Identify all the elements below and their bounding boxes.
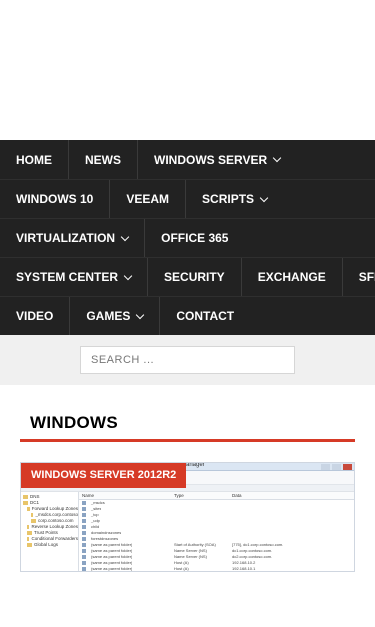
- nav-item-sfb[interactable]: SFB: [343, 258, 375, 296]
- nav-item-video[interactable]: VIDEO: [0, 297, 71, 335]
- record-icon: [82, 501, 86, 505]
- folder-icon: [23, 501, 28, 505]
- column-header: Name: [82, 493, 95, 498]
- folder-icon: [27, 507, 30, 511]
- nav-item-label: SECURITY: [164, 270, 225, 284]
- record-icon: [82, 531, 86, 535]
- chevron-down-icon: [123, 271, 133, 280]
- record-icon: [82, 513, 86, 517]
- grid-header: Name Type Data: [79, 492, 354, 500]
- tree-item-label: Global Logs: [34, 542, 59, 547]
- record-icon: [82, 561, 86, 565]
- nav-row: HOME NEWS WINDOWS SERVER: [0, 140, 375, 179]
- record-icon: [82, 507, 86, 511]
- section-title: WINDOWS: [20, 413, 355, 442]
- folder-icon: [27, 531, 32, 535]
- nav-item-label: SCRIPTS: [202, 192, 255, 206]
- dns-tree: DNS DC1 Forward Lookup Zones _msdcs.corp.co…: [21, 492, 79, 571]
- nav-row: WINDOWS 10 VEEAM SCRIPTS: [0, 179, 375, 218]
- window-buttons: [321, 464, 352, 470]
- nav-item-system-center[interactable]: SYSTEM CENTER: [0, 258, 149, 296]
- folder-icon: [31, 519, 36, 523]
- nav-item-label: GAMES: [86, 309, 131, 323]
- nav-item-contact[interactable]: CONTACT: [160, 297, 250, 335]
- main-content: WINDOWS WINDOWS SERVER 2012R2 Manager DN…: [0, 413, 375, 572]
- chevron-down-icon: [272, 153, 282, 163]
- nav-item-news[interactable]: NEWS: [69, 140, 138, 179]
- post-thumbnail[interactable]: WINDOWS SERVER 2012R2 Manager DNS DC1 Forw…: [20, 462, 355, 572]
- folder-icon: [27, 525, 30, 529]
- ad-space: [0, 0, 375, 140]
- nav-item-label: WINDOWS 10: [16, 192, 94, 206]
- record-icon: [82, 555, 86, 559]
- nav-item-windows-10[interactable]: WINDOWS 10: [0, 180, 111, 218]
- nav-row: VIDEO GAMES CONTACT: [0, 296, 375, 335]
- nav-item-office-365[interactable]: OFFICE 365: [145, 219, 244, 257]
- nav-row: SYSTEM CENTER SECURITY EXCHANGE SFB: [0, 257, 375, 296]
- nav-item-security[interactable]: SECURITY: [148, 258, 242, 296]
- nav-item-label: CONTACT: [176, 309, 235, 323]
- table-cell: 192.168.10.1: [232, 566, 256, 571]
- record-icon: [82, 567, 86, 571]
- window-body: DNS DC1 Forward Lookup Zones _msdcs.corp.co…: [21, 492, 354, 571]
- nav-item-label: VEEAM: [126, 192, 170, 206]
- category-badge[interactable]: WINDOWS SERVER 2012R2: [21, 463, 187, 488]
- nav-item-label: SYSTEM CENTER: [16, 270, 119, 284]
- main-navigation: HOME NEWS WINDOWS SERVER WINDOWS 10 VEEAM SCR…: [0, 140, 375, 335]
- folder-icon: [23, 495, 28, 499]
- nav-item-scripts[interactable]: SCRIPTS: [186, 180, 283, 218]
- folder-icon: [27, 543, 32, 547]
- nav-item-exchange[interactable]: EXCHANGE: [242, 258, 343, 296]
- nav-item-veeam[interactable]: VEEAM: [110, 180, 187, 218]
- table-row: (same as parent folder) Host (A) 192.168.1…: [79, 566, 354, 571]
- record-icon: [82, 549, 86, 553]
- nav-item-label: WINDOWS SERVER: [154, 152, 268, 167]
- grid-rows: _msdcs _sites _tcp _udp child domaindnszones f…: [79, 500, 354, 571]
- close-icon: [343, 464, 352, 470]
- tree-item: Global Logs: [23, 542, 78, 548]
- nav-item-label: SFB: [358, 270, 375, 284]
- nav-item-label: NEWS: [85, 152, 121, 167]
- nav-item-home[interactable]: HOME: [0, 140, 69, 179]
- record-icon: [82, 519, 86, 523]
- record-icon: [82, 537, 86, 541]
- nav-item-games[interactable]: GAMES: [70, 297, 161, 335]
- record-icon: [82, 525, 86, 529]
- nav-row: VIRTUALIZATION OFFICE 365: [0, 218, 375, 257]
- column-header: Data: [232, 493, 242, 498]
- folder-icon: [27, 537, 30, 541]
- cell-text: (same as parent folder): [91, 566, 133, 571]
- nav-item-label: HOME: [16, 152, 52, 167]
- record-icon: [82, 543, 86, 547]
- nav-item-label: EXCHANGE: [257, 270, 326, 284]
- folder-icon: [31, 513, 34, 517]
- search-input[interactable]: [80, 346, 295, 374]
- maximize-icon: [332, 464, 341, 470]
- nav-item-windows-server[interactable]: WINDOWS SERVER: [138, 140, 296, 179]
- records-grid: Name Type Data _msdcs _sites _tcp _udp child…: [79, 492, 354, 571]
- chevron-down-icon: [120, 232, 130, 241]
- chevron-down-icon: [259, 193, 269, 202]
- chevron-down-icon: [136, 310, 145, 319]
- nav-item-label: VIDEO: [16, 309, 54, 323]
- nav-item-label: OFFICE 365: [161, 231, 229, 245]
- nav-item-virtualization[interactable]: VIRTUALIZATION: [0, 219, 146, 257]
- minimize-icon: [321, 464, 330, 470]
- table-cell: Host (A): [174, 566, 189, 571]
- search-bar: [0, 335, 375, 385]
- column-header: Type: [174, 493, 184, 498]
- table-cell: (same as parent folder): [79, 566, 171, 571]
- nav-item-label: VIRTUALIZATION: [16, 231, 116, 245]
